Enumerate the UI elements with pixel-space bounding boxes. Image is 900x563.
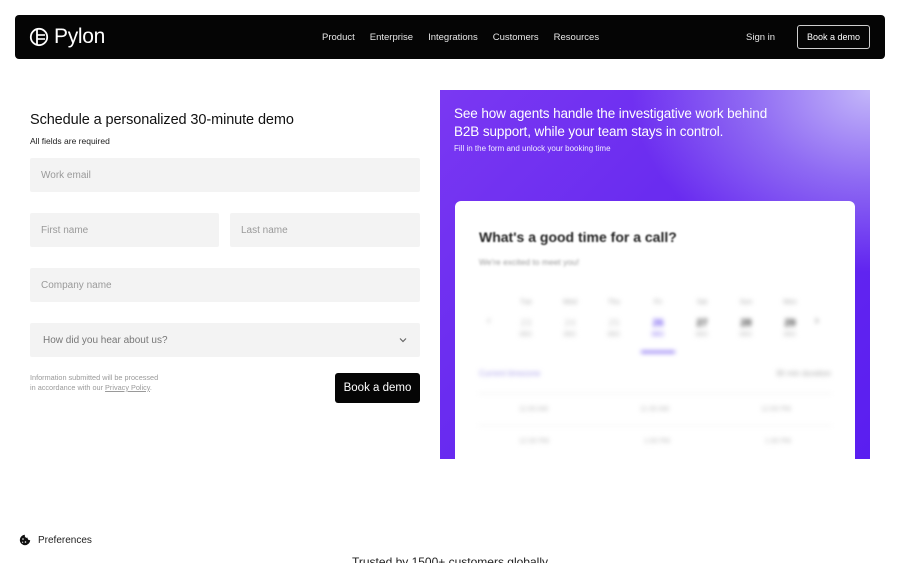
pylon-logo-icon [29,27,49,47]
duration-label: 30 min duration [775,369,831,378]
nav-links: Product Enterprise Integrations Customer… [322,15,599,59]
privacy-policy-link[interactable]: Privacy Policy [105,383,150,392]
slot-row: 12:30 PM 1:00 PM 1:30 PM [479,425,831,457]
pylon-logo[interactable]: Pylon [29,25,105,49]
work-email-field[interactable]: Work email [30,158,420,192]
calendar-day: Sat 27 DEC [695,299,709,338]
nav-book-demo-button[interactable]: Book a demo [797,25,870,49]
form-subtitle: All fields are required [30,136,110,146]
chevron-down-icon [399,338,407,343]
company-name-field[interactable]: Company name [30,268,420,302]
calendar-day: Thu 25 DEC [607,299,621,338]
slot-row: 11:00 AM 11:30 AM 12:00 PM [479,393,831,425]
time-slot: 12:00 PM [761,406,791,413]
timezone-label: Current timezone [479,369,541,378]
first-name-placeholder: First name [41,224,89,236]
preferences-label: Preferences [38,534,92,546]
nav-link-enterprise[interactable]: Enterprise [370,32,413,43]
referral-select[interactable]: How did you hear about us? [30,323,420,357]
referral-select-value: How did you hear about us? [43,334,168,346]
cookie-preferences-button[interactable]: Preferences [19,534,92,546]
booking-card-subtitle: We're excited to meet you! [479,257,580,267]
work-email-placeholder: Work email [41,169,91,181]
promo-panel: See how agents handle the investigative … [440,90,870,459]
promo-subtext: Fill in the form and unlock your booking… [454,144,611,153]
timezone-row: Current timezone 30 min duration [479,369,831,381]
last-name-placeholder: Last name [241,224,288,236]
nav-link-product[interactable]: Product [322,32,355,43]
cookie-icon [19,534,31,546]
time-slot: 11:30 AM [640,406,670,413]
time-slot: 11:00 AM [519,406,549,413]
sign-in-link[interactable]: Sign in [746,15,775,59]
nav-link-customers[interactable]: Customers [493,32,539,43]
booking-preview-card: What's a good time for a call? We're exc… [455,201,855,459]
first-name-field[interactable]: First name [30,213,219,247]
calendar-day: Wed 24 DEC [562,299,578,338]
top-nav: Pylon Product Enterprise Integrations Cu… [15,15,885,59]
booking-card-title: What's a good time for a call? [479,229,677,245]
calendar-strip: ‹ Tue 23 DEC Wed 24 DEC Thu 25 DEC Fri 2… [485,287,825,353]
time-slot: 12:30 PM [519,438,549,445]
calendar-day: Sun 28 DEC [739,299,753,338]
nav-link-integrations[interactable]: Integrations [428,32,478,43]
trusted-by-heading: Trusted by 1500+ customers globally [352,555,548,563]
nav-link-resources[interactable]: Resources [554,32,599,43]
privacy-notice: Information submitted will be processed … [30,373,159,392]
time-slot: 1:30 PM [764,438,791,445]
company-name-placeholder: Company name [41,279,112,291]
brand-name: Pylon [54,25,106,48]
calendar-day: Mon 29 DEC [783,299,797,338]
chevron-right-icon: › [815,315,819,327]
time-slot: 1:00 PM [643,438,670,445]
book-demo-submit-button[interactable]: Book a demo [335,373,420,403]
chevron-left-icon: ‹ [487,315,491,327]
calendar-day: Tue 23 DEC [519,299,533,338]
promo-headline: See how agents handle the investigative … [454,106,768,139]
time-slots: 11:00 AM 11:30 AM 12:00 PM 12:30 PM 1:00… [479,393,831,457]
form-title: Schedule a personalized 30-minute demo [30,112,294,128]
last-name-field[interactable]: Last name [230,213,420,247]
calendar-day-selected: Fri 26 DEC [637,287,679,353]
